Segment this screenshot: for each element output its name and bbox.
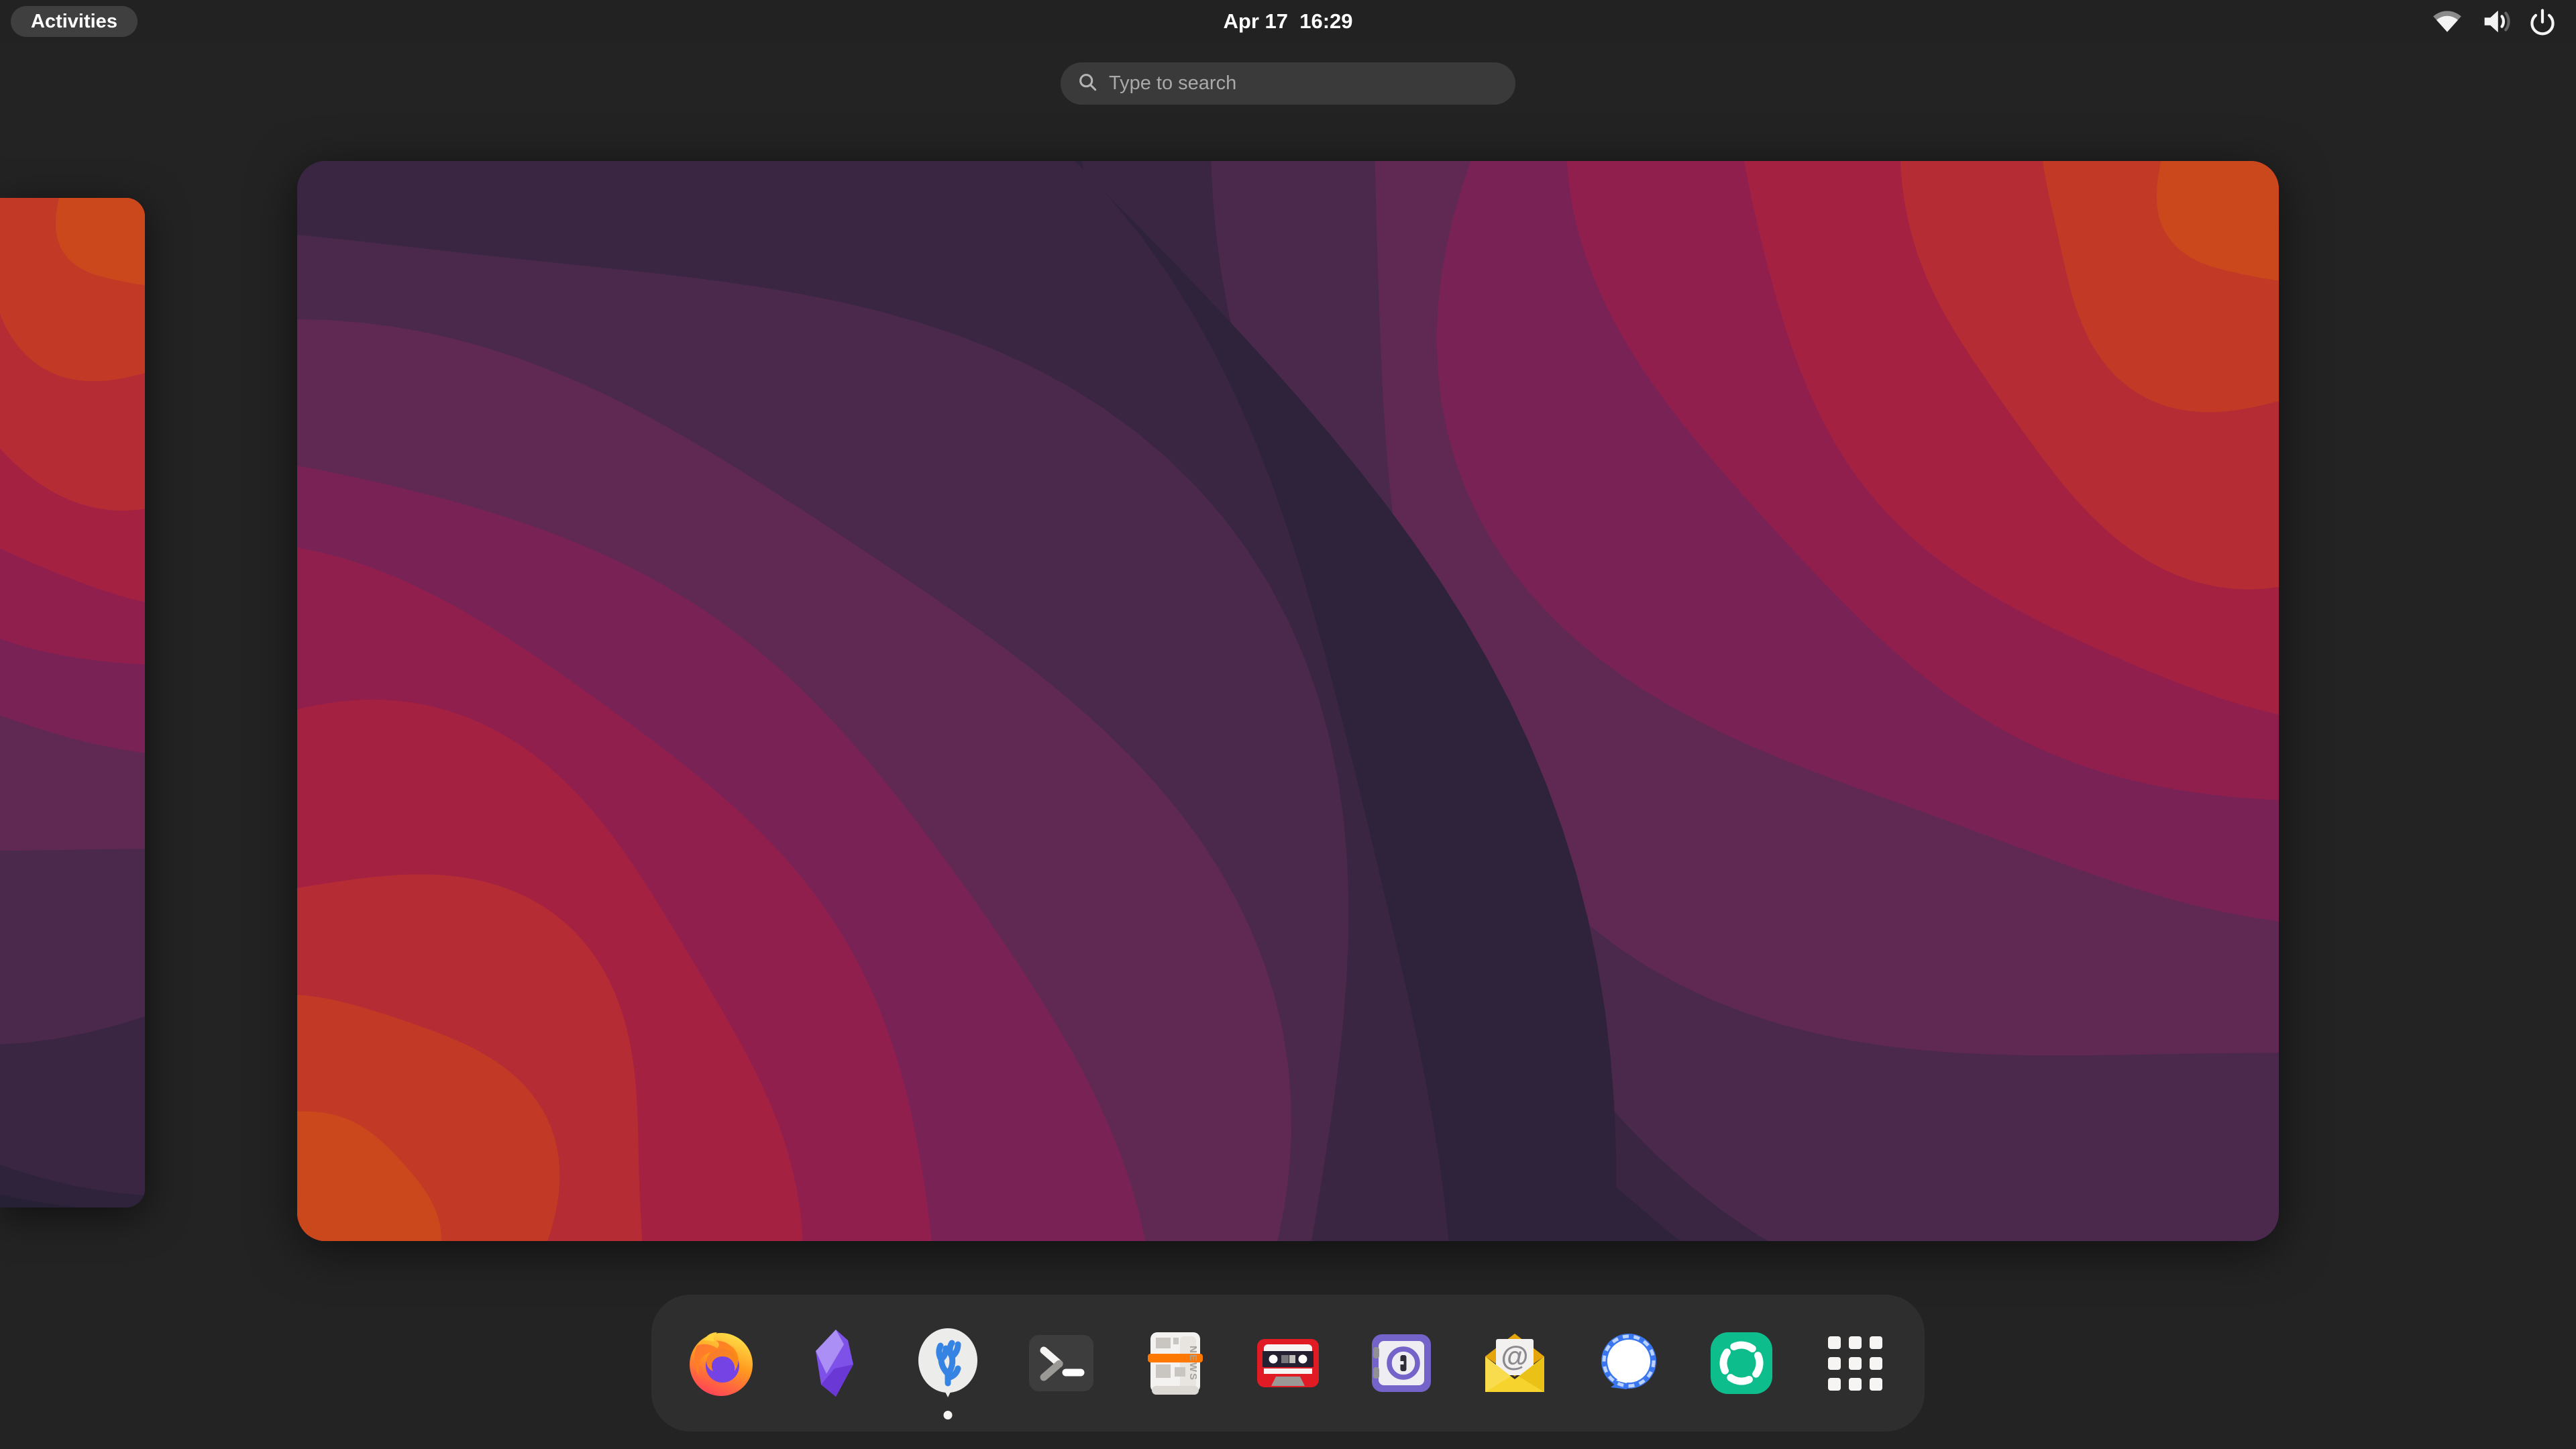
volume-icon	[2479, 6, 2510, 37]
search-bar[interactable]	[1061, 62, 1515, 105]
dock-item-element[interactable]	[1704, 1295, 1779, 1432]
workspace-preview-left[interactable]	[0, 198, 145, 1208]
signal-icon	[1591, 1326, 1666, 1401]
dock-item-cassette[interactable]	[1250, 1295, 1326, 1432]
dock-item-geary[interactable]: @	[1477, 1295, 1552, 1432]
dock-item-app-grid[interactable]	[1817, 1295, 1892, 1432]
dock-item-fractal[interactable]	[910, 1295, 985, 1432]
dock-item-firefox[interactable]	[684, 1295, 759, 1432]
svg-text:@: @	[1501, 1340, 1529, 1372]
newsflash-icon: NEWS	[1137, 1326, 1212, 1401]
system-status-area[interactable]	[2426, 0, 2564, 43]
activities-label: Activities	[31, 11, 117, 33]
activities-button[interactable]: Activities	[11, 6, 138, 37]
search-input[interactable]	[1109, 72, 1501, 95]
search-icon	[1075, 70, 1099, 97]
obsidian-icon	[797, 1326, 872, 1401]
dock-item-signal[interactable]	[1591, 1295, 1666, 1432]
clock-label: Apr 17 16:29	[1224, 9, 1353, 34]
wifi-icon	[2432, 7, 2462, 36]
cassette-icon	[1250, 1326, 1326, 1401]
power-icon	[2528, 7, 2557, 36]
firefox-icon	[684, 1326, 759, 1401]
dock-item-1password[interactable]	[1364, 1295, 1439, 1432]
svg-text:NEWS: NEWS	[1187, 1346, 1199, 1381]
clock-button[interactable]: Apr 17 16:29	[1224, 0, 1353, 43]
console-icon	[1024, 1326, 1099, 1401]
workspace-preview-active[interactable]	[297, 161, 2279, 1241]
dock-item-obsidian[interactable]	[797, 1295, 872, 1432]
wallpaper-main	[297, 161, 2279, 1241]
app-grid-icon	[1817, 1326, 1892, 1401]
element-icon	[1704, 1326, 1779, 1401]
top-bar: Activities Apr 17 16:29	[0, 0, 2576, 43]
geary-icon: @	[1477, 1326, 1552, 1401]
dock-item-newsflash[interactable]: NEWS	[1137, 1295, 1212, 1432]
wallpaper-left	[0, 198, 145, 1208]
dock-item-console[interactable]	[1024, 1295, 1099, 1432]
1password-icon	[1364, 1326, 1439, 1401]
fractal-icon	[910, 1326, 985, 1401]
dash: NEWS @	[651, 1295, 1925, 1432]
running-indicator	[944, 1411, 953, 1419]
